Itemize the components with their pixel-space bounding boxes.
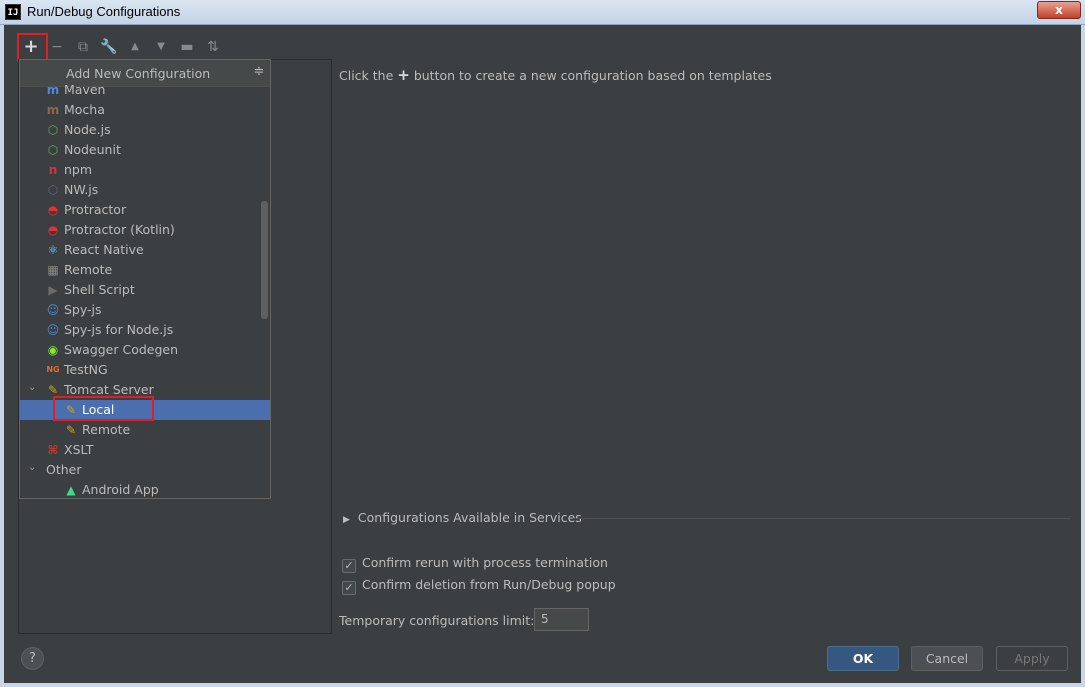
shell-script-icon: ▶	[48, 283, 58, 297]
move-down-button[interactable]: ▼	[150, 36, 172, 58]
list-item[interactable]: ▦ Remote	[20, 260, 270, 280]
list-item[interactable]: ☺ Spy-js for Node.js	[20, 320, 270, 340]
list-item-label: NW.js	[64, 182, 99, 197]
list-item[interactable]: ▲ Android App	[20, 480, 270, 498]
cancel-button[interactable]: Cancel	[911, 646, 983, 671]
temp-limit-input[interactable]: 5	[534, 608, 589, 631]
list-item-label: Node.js	[64, 122, 111, 137]
expand-toggle-icon[interactable]: ⌄	[28, 462, 36, 473]
empty-state-hint: Click the + button to create a new confi…	[339, 66, 772, 84]
list-item[interactable]: ◓ Protractor	[20, 200, 270, 220]
list-item-label: Tomcat Server	[64, 382, 154, 397]
tomcat-remote-icon: ✎	[65, 423, 77, 437]
maven-icon: m	[46, 83, 60, 97]
protractor-icon: ◓	[47, 203, 59, 217]
list-item[interactable]: m Maven	[20, 80, 270, 100]
list-item-label: TestNG	[64, 362, 108, 377]
list-item-label: Shell Script	[64, 282, 135, 297]
list-item[interactable]: ⬡ NW.js	[20, 180, 270, 200]
tomcat-icon: ✎	[47, 383, 59, 397]
nodejs-icon: ⬡	[47, 123, 59, 137]
services-label: Configurations Available in Services	[357, 510, 582, 525]
swagger-icon: ◉	[47, 343, 59, 357]
list-item-label: XSLT	[64, 442, 94, 457]
list-item[interactable]: NG TestNG	[20, 360, 270, 380]
xslt-icon: ⌘	[47, 443, 59, 457]
copy-configuration-button[interactable]: ⧉	[72, 36, 94, 58]
spy-js-icon: ☺	[46, 303, 60, 317]
spy-js-node-icon: ☺	[46, 323, 60, 337]
react-icon: ⚛	[47, 243, 59, 257]
list-item-label: Nodeunit	[64, 142, 121, 157]
list-item-label: Protractor	[64, 202, 127, 217]
confirm-rerun-option[interactable]: ✓ Confirm rerun with process termination	[342, 555, 608, 573]
move-up-button[interactable]: ▲	[124, 36, 146, 58]
close-button[interactable]: x	[1037, 1, 1081, 19]
list-item-label: Mocha	[64, 102, 105, 117]
highlight-box-add	[17, 33, 48, 62]
list-item-label: Remote	[64, 262, 113, 277]
list-item-label: Android App	[82, 482, 159, 497]
temp-limit-label: Temporary configurations limit:	[339, 613, 535, 628]
list-item-label: Swagger Codegen	[64, 342, 179, 357]
popup-title: Add New Configuration	[66, 66, 211, 81]
expand-arrow-icon: ▶	[343, 515, 350, 525]
services-section-toggle[interactable]: ▶ Configurations Available in Services	[343, 510, 582, 525]
confirm-deletion-option[interactable]: ✓ Confirm deletion from Run/Debug popup	[342, 577, 616, 595]
list-item-label: React Native	[64, 242, 144, 257]
confirm-deletion-label: Confirm deletion from Run/Debug popup	[362, 577, 616, 592]
list-item[interactable]: ⚛ React Native	[20, 240, 270, 260]
remote-icon: ▦	[47, 263, 59, 277]
list-item[interactable]: ⬡ Node.js	[20, 120, 270, 140]
sort-button[interactable]: ⇅	[202, 36, 224, 58]
apply-button[interactable]: Apply	[996, 646, 1068, 671]
hint-suffix: button to create a new configuration bas…	[413, 68, 772, 83]
list-item-label: Remote	[82, 422, 131, 437]
expand-toggle-icon[interactable]: ⌄	[28, 382, 36, 393]
confirm-rerun-label: Confirm rerun with process termination	[362, 555, 608, 570]
npm-icon: n	[48, 163, 58, 177]
list-item-label: Spy-js for Node.js	[64, 322, 174, 337]
list-item[interactable]: ▶ Shell Script	[20, 280, 270, 300]
nodeunit-icon: ⬡	[47, 143, 59, 157]
list-item[interactable]: ⌄ Other	[20, 460, 270, 480]
list-item[interactable]: ◓ Protractor (Kotlin)	[20, 220, 270, 240]
list-item-label: Spy-js	[64, 302, 102, 317]
folder-button[interactable]: ▬	[176, 36, 198, 58]
android-icon: ▲	[66, 483, 76, 497]
list-item-label: Protractor (Kotlin)	[64, 222, 175, 237]
collapse-all-icon[interactable]: ≑	[252, 64, 266, 80]
ok-button[interactable]: OK	[827, 646, 899, 671]
list-item[interactable]: m Mocha	[20, 100, 270, 120]
confirm-deletion-checkbox[interactable]: ✓	[342, 581, 356, 595]
protractor-kotlin-icon: ◓	[47, 223, 59, 237]
hint-plus-icon: +	[397, 66, 410, 84]
popup-scrollbar[interactable]	[261, 201, 268, 319]
help-button[interactable]: ?	[21, 647, 44, 670]
list-item[interactable]: ☺ Spy-js	[20, 300, 270, 320]
separator	[573, 518, 1070, 519]
testng-icon: NG	[46, 365, 60, 374]
add-new-configuration-popup: Add New Configuration ≑ m Maven m Mocha ⬡ Nod…	[19, 59, 271, 499]
list-item[interactable]: ⌘ XSLT	[20, 440, 270, 460]
list-item[interactable]: ⬡ Nodeunit	[20, 140, 270, 160]
hint-prefix: Click the	[339, 68, 394, 83]
list-item-label: npm	[64, 162, 93, 177]
nwjs-icon: ⬡	[47, 183, 59, 197]
list-item-label: Other	[46, 462, 82, 477]
list-item[interactable]: n npm	[20, 160, 270, 180]
title-bar: IJ Run/Debug Configurations x	[0, 0, 1085, 25]
list-item[interactable]: ✎ Remote	[20, 420, 270, 440]
list-item[interactable]: ◉ Swagger Codegen	[20, 340, 270, 360]
window-title: Run/Debug Configurations	[27, 4, 181, 19]
mocha-icon: m	[46, 103, 60, 117]
highlight-box-local	[53, 396, 154, 421]
intellij-app-icon: IJ	[5, 4, 21, 20]
remove-configuration-button[interactable]: −	[46, 36, 68, 58]
list-item-label: Maven	[64, 82, 106, 97]
edit-templates-button[interactable]: 🔧	[98, 36, 120, 58]
confirm-rerun-checkbox[interactable]: ✓	[342, 559, 356, 573]
